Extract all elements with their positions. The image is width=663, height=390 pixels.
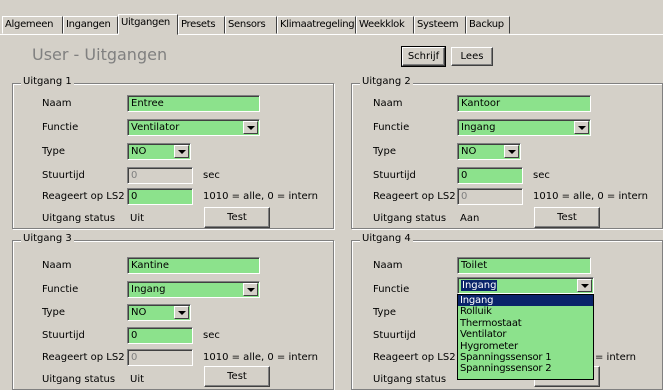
responds-hint: = intern bbox=[595, 352, 637, 363]
responds-label: Reageert op LS2 bbox=[42, 191, 125, 202]
tab-strip: Algemeen Ingangen Uitgangen Presets Sens… bbox=[0, 14, 663, 35]
type-select[interactable]: NO bbox=[127, 304, 191, 321]
tab-presets[interactable]: Presets bbox=[178, 16, 225, 34]
type-label: Type bbox=[373, 146, 396, 157]
dropdown-option-ventilator[interactable]: Ventilator bbox=[458, 329, 593, 340]
function-select[interactable]: Ingang bbox=[457, 119, 591, 136]
chevron-down-icon[interactable] bbox=[174, 145, 189, 158]
status-value: Uit bbox=[130, 213, 145, 224]
control-time-field[interactable]: 0 bbox=[457, 167, 523, 184]
type-select[interactable]: NO bbox=[457, 143, 521, 160]
chevron-down-icon[interactable] bbox=[243, 283, 258, 296]
control-time-field[interactable]: 0 bbox=[127, 327, 193, 344]
write-button[interactable]: Schrijf bbox=[401, 46, 446, 67]
chevron-down-icon[interactable] bbox=[577, 279, 592, 292]
name-label: Naam bbox=[42, 260, 72, 271]
function-value: Ventilator bbox=[131, 122, 180, 133]
control-time-label: Stuurtijd bbox=[42, 170, 85, 181]
sec-unit: sec bbox=[203, 330, 220, 341]
function-dropdown-list[interactable]: Ingang Rolluik Thermostaat Ventilator Hy… bbox=[457, 294, 594, 380]
type-label: Type bbox=[42, 146, 65, 157]
function-label: Functie bbox=[373, 122, 410, 133]
responds-hint: 1010 = alle, 0 = intern bbox=[203, 191, 318, 202]
chevron-down-icon[interactable] bbox=[574, 121, 589, 134]
group-title: Uitgang 2 bbox=[360, 76, 413, 87]
read-button[interactable]: Lees bbox=[451, 47, 493, 66]
test-button[interactable]: Test bbox=[204, 207, 270, 228]
group-title: Uitgang 4 bbox=[360, 233, 413, 244]
dropdown-option-spanningssensor-1[interactable]: Spanningssensor 1 bbox=[458, 352, 593, 363]
group-title: Uitgang 3 bbox=[21, 233, 74, 244]
type-select[interactable]: NO bbox=[127, 143, 191, 160]
status-label: Uitgang status bbox=[373, 213, 447, 224]
dropdown-option-rolluik[interactable]: Rolluik bbox=[458, 306, 593, 317]
control-time-label: Stuurtijd bbox=[373, 330, 416, 341]
responds-field: 0 bbox=[127, 349, 193, 366]
tab-uitgangen[interactable]: Uitgangen bbox=[118, 14, 178, 35]
tab-weekklok[interactable]: Weekklok bbox=[356, 16, 414, 34]
tab-algemeen[interactable]: Algemeen bbox=[2, 16, 63, 34]
dropdown-option-spanningssensor-2[interactable]: Spanningssensor 2 bbox=[458, 363, 593, 374]
function-value: Ingang bbox=[461, 122, 496, 133]
responds-label: Reageert op LS2 bbox=[373, 352, 456, 363]
type-label: Type bbox=[373, 307, 396, 318]
type-label: Type bbox=[42, 307, 65, 318]
chevron-down-icon[interactable] bbox=[174, 306, 189, 319]
test-button[interactable]: Test bbox=[534, 207, 600, 228]
dropdown-option-thermostaat[interactable]: Thermostaat bbox=[458, 318, 593, 329]
name-field[interactable]: Entree bbox=[127, 95, 260, 112]
name-field[interactable]: Toilet bbox=[457, 257, 591, 274]
page-title: User - Uitgangen bbox=[32, 45, 168, 64]
name-field[interactable]: Kantoor bbox=[457, 95, 591, 112]
name-field[interactable]: Kantine bbox=[127, 257, 260, 274]
sec-unit: sec bbox=[533, 170, 550, 181]
status-value: Aan bbox=[460, 213, 480, 224]
group-title: Uitgang 1 bbox=[21, 76, 74, 87]
control-time-label: Stuurtijd bbox=[42, 330, 85, 341]
function-value: Ingang bbox=[461, 280, 498, 291]
tab-klimaatregeling[interactable]: Klimaatregeling bbox=[277, 16, 356, 34]
function-label: Functie bbox=[42, 122, 79, 133]
name-label: Naam bbox=[373, 98, 403, 109]
name-label: Naam bbox=[42, 98, 72, 109]
responds-hint: 1010 = alle, 0 = intern bbox=[533, 191, 648, 202]
chevron-down-icon[interactable] bbox=[243, 121, 258, 134]
name-label: Naam bbox=[373, 260, 403, 271]
function-select[interactable]: Ventilator bbox=[127, 119, 260, 136]
responds-field[interactable]: 0 bbox=[127, 188, 193, 205]
responds-hint: 1010 = alle, 0 = intern bbox=[203, 352, 318, 363]
responds-label: Reageert op LS2 bbox=[373, 191, 456, 202]
function-label: Functie bbox=[373, 284, 410, 295]
responds-label: Reageert op LS2 bbox=[42, 352, 125, 363]
tab-systeem[interactable]: Systeem bbox=[414, 16, 466, 34]
type-value: NO bbox=[461, 146, 477, 157]
responds-field: 0 bbox=[457, 188, 523, 205]
control-time-field: 0 bbox=[127, 167, 193, 184]
tab-ingangen[interactable]: Ingangen bbox=[63, 16, 118, 34]
sec-unit: sec bbox=[203, 170, 220, 181]
function-label: Functie bbox=[42, 284, 79, 295]
tab-sensors[interactable]: Sensors bbox=[225, 16, 277, 34]
function-select[interactable]: Ingang bbox=[457, 277, 594, 294]
dropdown-option-hygrometer[interactable]: Hygrometer bbox=[458, 341, 593, 352]
chevron-down-icon[interactable] bbox=[504, 145, 519, 158]
type-value: NO bbox=[131, 146, 147, 157]
control-time-label: Stuurtijd bbox=[373, 170, 416, 181]
type-value: NO bbox=[131, 307, 147, 318]
status-label: Uitgang status bbox=[42, 213, 116, 224]
tab-backup[interactable]: Backup bbox=[466, 16, 510, 34]
tab-divider bbox=[0, 34, 663, 35]
dropdown-option-ingang[interactable]: Ingang bbox=[458, 295, 593, 307]
test-button[interactable]: Test bbox=[204, 366, 270, 387]
function-value: Ingang bbox=[131, 284, 166, 295]
function-select[interactable]: Ingang bbox=[127, 281, 260, 298]
